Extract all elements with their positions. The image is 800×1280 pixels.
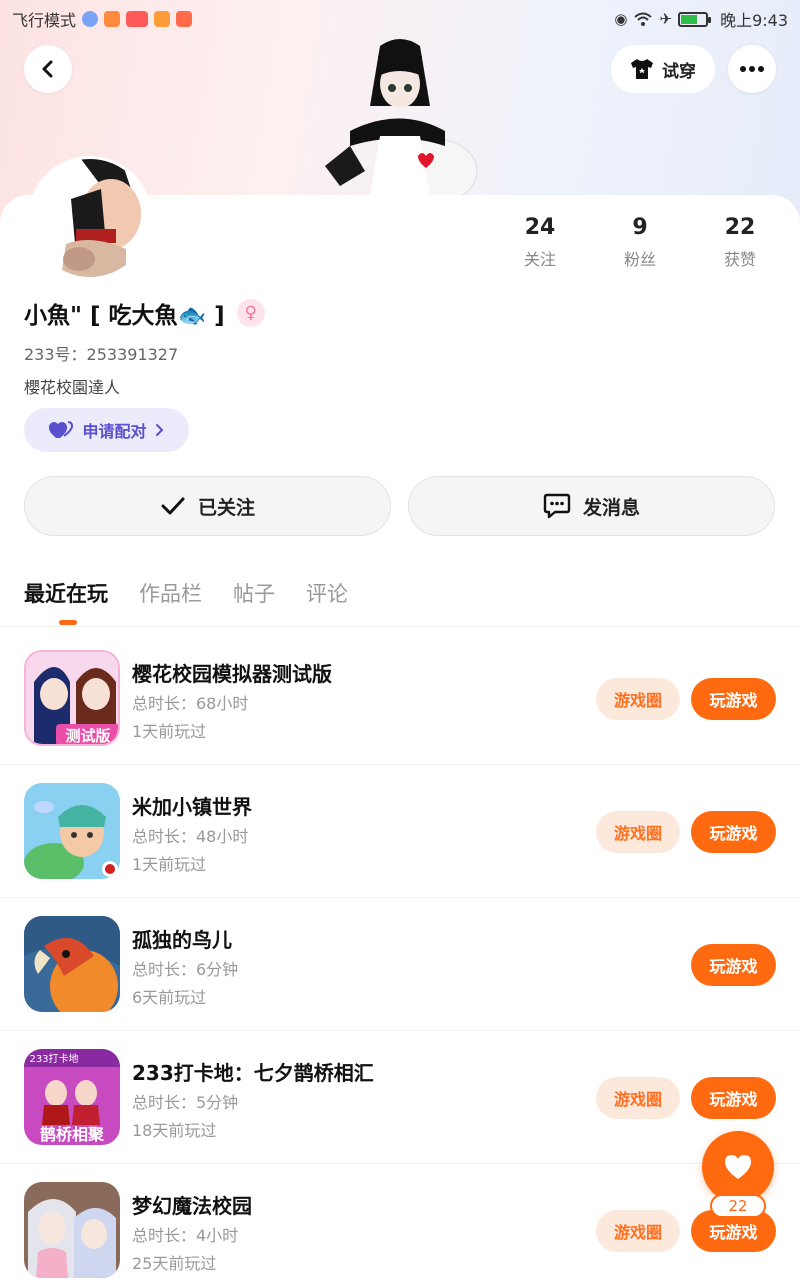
send-message-button[interactable]: 发消息 [408,476,775,536]
stat-value: 24 [524,215,556,240]
back-button[interactable] [24,45,72,93]
stat-following[interactable]: 24 关注 [490,215,590,270]
check-icon [161,497,185,515]
game-icon-image [24,783,120,879]
game-icon-image: 233打卡地 鹊桥相聚 [24,1049,120,1145]
game-icon-image: 测试版 [26,652,118,745]
notification-app-icon [126,11,149,27]
message-label: 发消息 [582,496,640,519]
notification-app-icon [154,11,171,27]
female-gender-icon: ♀ [236,299,265,327]
game-circle-button[interactable]: 游戏圈 [596,1077,680,1119]
airplane-mode-label: 飞行模式 [12,11,77,30]
notification-app-icon [82,11,99,27]
status-bar: 飞行模式 ◉ ✈ 晚上9:43 [0,0,800,38]
list-item[interactable]: 测试版 樱花校园模拟器测试版 总时长：68小时 1天前玩过 游戏圈 玩游戏 [0,632,800,765]
game-title: 樱花校园模拟器测试版 [132,662,332,686]
shirt-icon [631,59,653,79]
game-title: 梦幻魔法校园 [132,1194,252,1218]
stat-label: 粉丝 [623,250,656,269]
game-icon-image [24,1182,120,1278]
user-name: 小魚" [ 吃大魚🐟 ] [24,303,225,329]
active-tab-indicator [59,620,77,625]
airplane-icon: ✈ [659,10,673,28]
tab-posts[interactable]: 帖子 [233,578,275,608]
tryon-label: 试穿 [662,61,696,82]
notification-app-icon [104,11,121,27]
game-last-played: 18天前玩过 [132,1121,217,1140]
play-game-button[interactable]: 玩游戏 [691,811,776,853]
avatar[interactable] [28,156,152,280]
tabs-divider [0,626,800,627]
game-circle-button[interactable]: 游戏圈 [596,678,680,720]
game-last-played: 25天前玩过 [132,1254,217,1273]
stat-value: 22 [724,215,756,240]
recently-played-list: 测试版 樱花校园模拟器测试版 总时长：68小时 1天前玩过 游戏圈 玩游戏 米加… [0,632,800,1280]
tab-recently-played[interactable]: 最近在玩 [24,578,108,608]
pair-label: 申请配对 [82,422,147,441]
user-avatar-image [31,159,149,277]
like-button[interactable] [702,1131,774,1203]
pair-request-button[interactable]: 申请配对 [24,408,189,452]
game-title: 米加小镇世界 [132,795,252,819]
notification-app-icon [176,11,193,27]
tryon-button[interactable]: 试穿 [611,45,715,93]
battery-icon [678,11,712,27]
game-icon-badge-text: 鹊桥相聚 [40,1125,105,1144]
like-count-badge: 22 [710,1194,766,1218]
more-dots-icon [740,66,764,72]
stat-label: 关注 [523,250,556,269]
game-icon-badge-text: 测试版 [65,727,110,745]
game-icon [24,783,120,879]
game-icon [24,1182,120,1278]
user-id: 233号：253391327 [24,345,179,364]
eye-icon: ◉ [614,10,628,28]
double-heart-icon [49,421,74,438]
tab-works[interactable]: 作品栏 [139,578,202,608]
stat-label: 获赞 [723,250,756,269]
game-circle-button[interactable]: 游戏圈 [596,811,680,853]
list-item[interactable]: 孤独的鸟儿 总时长：6分钟 6天前玩过 玩游戏 [0,898,800,1031]
game-last-played: 6天前玩过 [132,988,207,1007]
game-circle-button[interactable]: 游戏圈 [596,1210,680,1252]
game-icon [24,916,120,1012]
wifi-icon [634,12,653,26]
followed-button[interactable]: 已关注 [24,476,391,536]
game-icon: 测试版 [24,650,120,746]
game-icon-image [24,916,120,1012]
play-game-button[interactable]: 玩游戏 [691,944,776,986]
game-title: 孤独的鸟儿 [132,928,232,952]
followed-label: 已关注 [197,496,255,519]
profile-stats: 24 关注 9 粉丝 22 获赞 [490,215,790,270]
game-duration: 总时长：4小时 [132,1226,239,1245]
tab-comments[interactable]: 评论 [306,578,348,608]
game-duration: 总时长：5分钟 [132,1093,239,1112]
chat-bubble-icon [543,493,571,519]
chevron-right-icon [155,424,163,436]
clock: 晚上9:43 [720,11,788,30]
avatar-character-illustration [325,39,478,196]
game-duration: 总时长：48小时 [132,827,249,846]
heart-icon [725,1155,751,1179]
more-button[interactable] [728,45,776,93]
game-icon: 233打卡地 鹊桥相聚 [24,1049,120,1145]
game-last-played: 1天前玩过 [132,855,207,874]
list-item[interactable]: 233打卡地 鹊桥相聚 233打卡地：七夕鹊桥相汇 总时长：5分钟 18天前玩过… [0,1031,800,1164]
name-row: 小魚" [ 吃大魚🐟 ] ♀ [24,296,265,330]
stat-value: 9 [632,215,648,240]
user-bio: 櫻花校園達人 [24,378,121,397]
play-game-button[interactable]: 玩游戏 [691,678,776,720]
profile-tabs: 最近在玩 作品栏 帖子 评论 [24,578,348,608]
game-duration: 总时长：68小时 [132,694,249,713]
stat-fans[interactable]: 9 粉丝 [590,215,690,270]
play-game-button[interactable]: 玩游戏 [691,1077,776,1119]
list-item[interactable]: 米加小镇世界 总时长：48小时 1天前玩过 游戏圈 玩游戏 [0,765,800,898]
stat-likes[interactable]: 22 获赞 [690,215,790,270]
game-duration: 总时长：6分钟 [132,960,239,979]
chevron-left-icon [42,60,53,78]
game-title: 233打卡地：七夕鹊桥相汇 [132,1061,374,1085]
game-icon-top-text: 233打卡地 [29,1052,78,1065]
game-last-played: 1天前玩过 [132,722,207,741]
list-item[interactable]: 梦幻魔法校园 总时长：4小时 25天前玩过 游戏圈 玩游戏 [0,1164,800,1280]
